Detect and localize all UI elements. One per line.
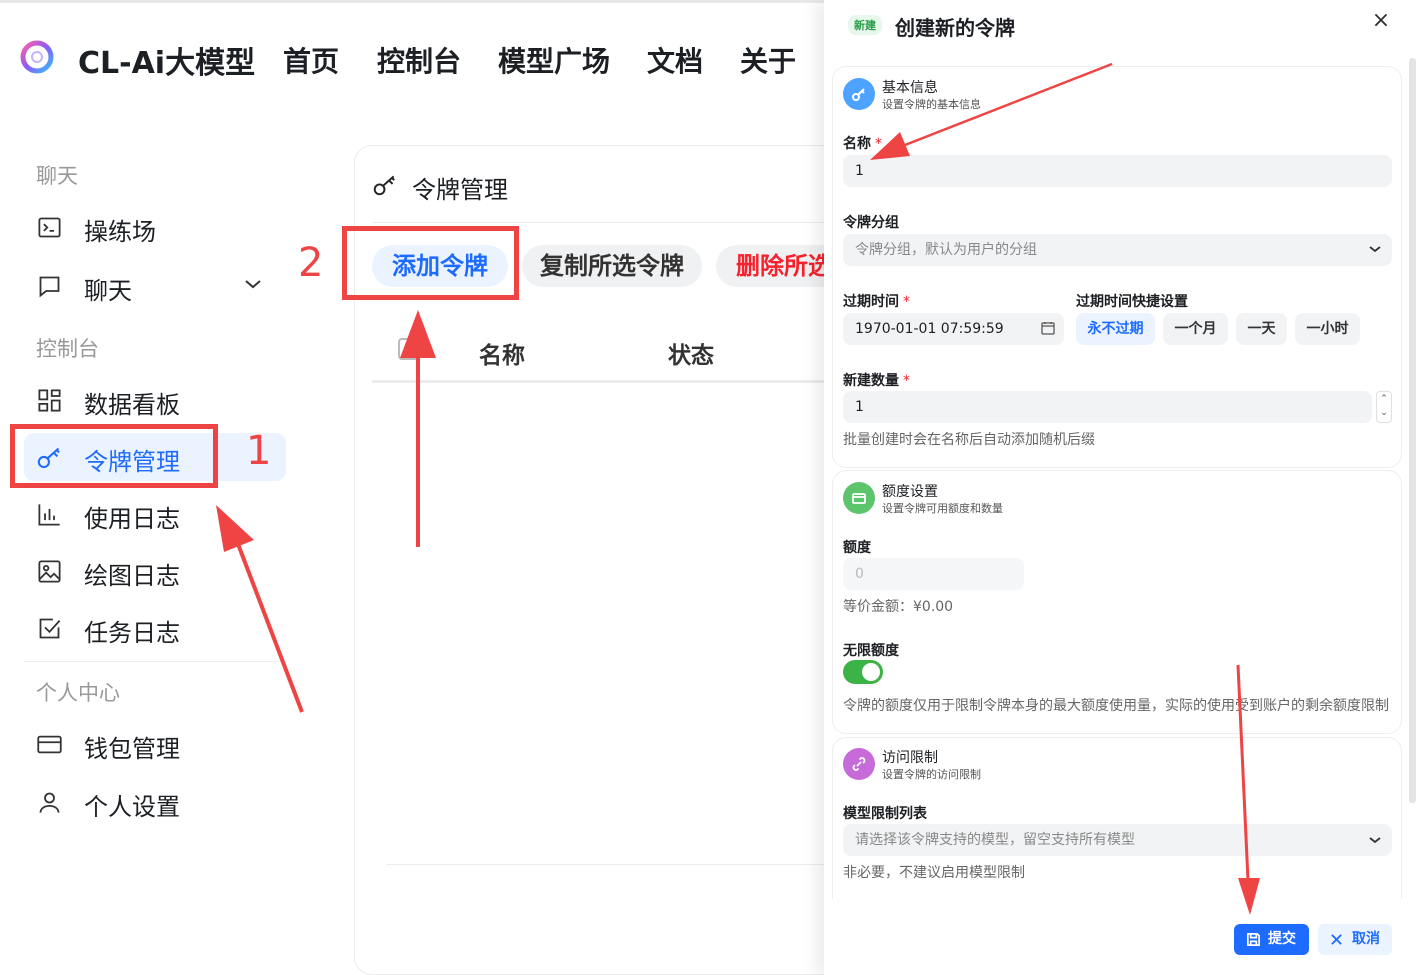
name-label: 名称 * bbox=[843, 136, 882, 152]
unlimited-quota-label: 无限额度 bbox=[843, 643, 899, 659]
column-header-name[interactable]: 名称 bbox=[479, 336, 525, 370]
basic-info-subtitle: 设置令牌的基本信息 bbox=[882, 98, 981, 111]
new-badge: 新建 bbox=[848, 15, 882, 35]
sidebar-item-label: 使用日志 bbox=[84, 505, 180, 533]
chevron-down-icon[interactable] bbox=[243, 274, 263, 294]
quick-one-day-button[interactable]: 一天 bbox=[1236, 313, 1287, 345]
dashboard-grid-icon bbox=[38, 389, 61, 412]
table-footer-divider bbox=[386, 864, 826, 865]
submit-button[interactable]: 提交 bbox=[1234, 924, 1309, 955]
checkbox-icon bbox=[39, 618, 61, 639]
sidebar-item-label: 聊天 bbox=[84, 277, 132, 305]
save-icon bbox=[1247, 933, 1260, 946]
quota-subtitle: 设置令牌可用额度和数量 bbox=[882, 502, 1003, 515]
nav-model-square[interactable]: 模型广场 bbox=[498, 40, 610, 80]
access-title: 访问限制 bbox=[882, 750, 938, 766]
sidebar-item-label: 个人设置 bbox=[84, 793, 180, 821]
annotation-step-1: 1 bbox=[246, 428, 272, 474]
sidebar-item-task-log[interactable]: 任务日志 bbox=[24, 604, 286, 652]
credit-card-icon bbox=[37, 735, 62, 754]
chevron-down-icon bbox=[1369, 246, 1381, 253]
unlimited-quota-hint: 令牌的额度仅用于限制令牌本身的最大额度使用量，实际的使用受到账户的剩余额度限制 bbox=[843, 698, 1389, 714]
equivalent-amount: 等价金额：¥0.00 bbox=[843, 599, 954, 615]
close-icon bbox=[1331, 934, 1342, 945]
sidebar-item-label: 绘图日志 bbox=[84, 562, 180, 590]
count-input[interactable]: 1 bbox=[843, 391, 1372, 423]
sidebar-item-label: 操练场 bbox=[84, 218, 156, 246]
wallet-icon bbox=[843, 482, 875, 514]
cancel-label: 取消 bbox=[1352, 931, 1380, 947]
panel-divider bbox=[372, 222, 832, 223]
expire-datetime-input[interactable]: 1970-01-01 07:59:59 bbox=[843, 313, 1064, 345]
column-header-status[interactable]: 状态 bbox=[668, 336, 714, 370]
drawer-title: 创建新的令牌 bbox=[895, 16, 1015, 40]
sidebar-item-dashboard[interactable]: 数据看板 bbox=[24, 376, 286, 424]
sidebar-item-playground[interactable]: 操练场 bbox=[24, 203, 286, 251]
table-header-divider bbox=[372, 380, 832, 383]
calendar-icon[interactable] bbox=[1041, 321, 1055, 335]
models-label: 模型限制列表 bbox=[843, 806, 927, 822]
expire-label: 过期时间 * bbox=[843, 294, 910, 310]
group-select[interactable]: 令牌分组，默认为用户的分组 bbox=[843, 234, 1392, 266]
page-title: 令牌管理 bbox=[412, 176, 508, 204]
close-icon[interactable]: × bbox=[1370, 8, 1392, 33]
chevron-down-icon bbox=[1369, 837, 1381, 844]
models-select[interactable]: 请选择该令牌支持的模型，留空支持所有模型 bbox=[843, 824, 1392, 856]
sidebar-item-label: 钱包管理 bbox=[84, 735, 180, 763]
sidebar-divider bbox=[24, 661, 286, 662]
nav-home[interactable]: 首页 bbox=[283, 40, 339, 80]
key-icon bbox=[373, 175, 395, 196]
sidebar-section-personal: 个人中心 bbox=[36, 681, 120, 705]
brand-name[interactable]: CL-Ai大模型 bbox=[78, 38, 255, 82]
select-all-checkbox[interactable] bbox=[398, 338, 420, 360]
models-hint: 非必要，不建议启用模型限制 bbox=[843, 865, 1025, 881]
count-label: 新建数量 * bbox=[843, 373, 910, 389]
annotation-step-2: 2 bbox=[298, 240, 324, 286]
quick-one-hour-button[interactable]: 一小时 bbox=[1295, 313, 1360, 345]
sidebar-section-console: 控制台 bbox=[36, 337, 99, 361]
drawer-scrollbar[interactable] bbox=[1409, 58, 1416, 803]
nav-about[interactable]: 关于 bbox=[740, 40, 796, 80]
annotation-box-add-token bbox=[342, 226, 519, 300]
unlimited-quota-toggle[interactable] bbox=[843, 660, 883, 684]
nav-console[interactable]: 控制台 bbox=[377, 40, 461, 80]
sidebar-item-label: 数据看板 bbox=[84, 391, 180, 419]
nav-docs[interactable]: 文档 bbox=[647, 40, 703, 80]
image-icon bbox=[38, 560, 61, 583]
name-input[interactable]: 1 bbox=[843, 155, 1392, 187]
count-hint: 批量创建时会在名称后自动添加随机后缀 bbox=[843, 432, 1095, 448]
access-subtitle: 设置令牌的访问限制 bbox=[882, 768, 981, 781]
sidebar-item-usage-log[interactable]: 使用日志 bbox=[24, 490, 286, 538]
quota-title: 额度设置 bbox=[882, 484, 938, 500]
top-border bbox=[0, 0, 830, 3]
quota-label: 额度 bbox=[843, 540, 871, 556]
toggle-knob bbox=[862, 663, 880, 681]
basic-info-title: 基本信息 bbox=[882, 80, 938, 96]
key-icon bbox=[843, 78, 875, 110]
annotation-box-tokens bbox=[10, 424, 218, 488]
cancel-button[interactable]: 取消 bbox=[1318, 924, 1392, 955]
quota-input[interactable]: 0 bbox=[843, 558, 1024, 590]
sidebar-item-settings[interactable]: 个人设置 bbox=[24, 778, 286, 826]
sidebar-item-label: 任务日志 bbox=[84, 619, 180, 647]
link-icon bbox=[843, 748, 875, 780]
group-label: 令牌分组 bbox=[843, 215, 899, 231]
submit-label: 提交 bbox=[1268, 931, 1296, 947]
terminal-icon bbox=[38, 217, 61, 238]
count-stepper[interactable]: ⌃ ⌄ bbox=[1376, 391, 1392, 423]
quick-expire-label: 过期时间快捷设置 bbox=[1076, 294, 1188, 310]
quick-never-expire-button[interactable]: 永不过期 bbox=[1076, 313, 1155, 345]
bar-chart-icon bbox=[38, 504, 60, 526]
logo-icon[interactable] bbox=[20, 40, 54, 74]
quick-one-month-button[interactable]: 一个月 bbox=[1163, 313, 1228, 345]
chat-bubble-icon bbox=[39, 276, 60, 298]
sidebar-section-chat: 聊天 bbox=[36, 164, 78, 188]
sidebar-item-drawing-log[interactable]: 绘图日志 bbox=[24, 547, 286, 595]
sidebar-item-wallet[interactable]: 钱包管理 bbox=[24, 720, 286, 768]
copy-selected-tokens-button[interactable]: 复制所选令牌 bbox=[522, 245, 702, 287]
user-icon bbox=[39, 792, 60, 813]
